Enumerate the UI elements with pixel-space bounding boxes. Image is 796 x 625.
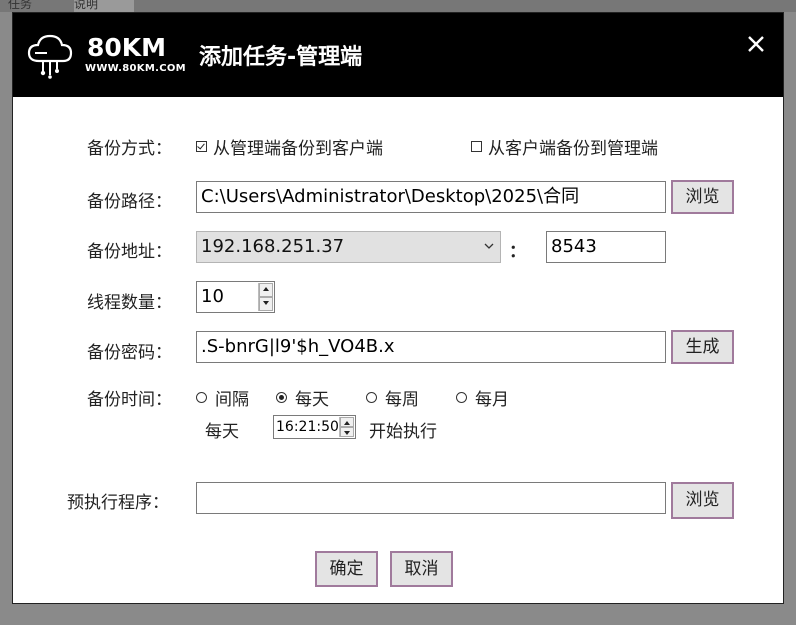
- title-bar: 80KM WWW.80KM.COM 添加任务-管理端: [13, 13, 783, 97]
- brand-url: WWW.80KM.COM: [85, 63, 186, 74]
- backup-mode-label: 备份方式：: [87, 139, 172, 159]
- backup-address-select[interactable]: 192.168.251.37: [196, 231, 501, 263]
- thread-count-label: 线程数量：: [87, 293, 172, 313]
- thread-count-value: 10: [201, 286, 224, 307]
- time-option-label: 间隔: [215, 390, 249, 410]
- thread-count-stepper[interactable]: 10: [196, 281, 275, 313]
- time-option-weekly[interactable]: 每周: [366, 385, 419, 410]
- dialog-title: 添加任务-管理端: [199, 45, 363, 70]
- time-option-daily[interactable]: 每天: [276, 385, 329, 410]
- mode-option-label: 从管理端备份到客户端: [213, 139, 383, 159]
- cancel-button[interactable]: 取消: [390, 551, 453, 587]
- time-spinner: [339, 417, 354, 437]
- start-execute-label: 开始执行: [369, 422, 437, 442]
- time-value: 16:21:50: [276, 419, 339, 435]
- mode-option-label: 从客户端备份到管理端: [488, 139, 658, 159]
- address-value: 192.168.251.37: [201, 236, 345, 257]
- generate-password-button[interactable]: 生成: [671, 330, 734, 364]
- logo: 80KM WWW.80KM.COM: [25, 31, 186, 79]
- brand-name: 80KM: [87, 33, 167, 62]
- backup-address-label: 备份地址：: [87, 242, 172, 262]
- spin-down-icon[interactable]: [259, 297, 273, 311]
- spin-up-icon[interactable]: [259, 283, 273, 297]
- radio-checked-icon[interactable]: [276, 392, 287, 403]
- time-option-label: 每周: [385, 390, 419, 410]
- cloud-logo-icon: [27, 34, 73, 79]
- background-tab-tasks[interactable]: 任务: [8, 0, 68, 12]
- time-option-label: 每天: [295, 390, 329, 410]
- background-tab-help[interactable]: 说明: [74, 0, 134, 12]
- time-option-label: 每月: [475, 390, 509, 410]
- backup-path-label: 备份路径：: [87, 192, 172, 212]
- pre-program-label: 预执行程序：: [67, 493, 169, 513]
- backup-password-label: 备份密码：: [87, 343, 172, 363]
- thread-spinner: [258, 283, 273, 311]
- mode-option-client-to-server[interactable]: 从客户端备份到管理端: [471, 134, 658, 159]
- spin-up-icon[interactable]: [340, 417, 354, 427]
- radio-unchecked-icon[interactable]: [456, 392, 467, 403]
- ok-button[interactable]: 确定: [315, 551, 378, 587]
- port-input[interactable]: 8543: [546, 231, 666, 263]
- address-port-separator: ：: [509, 242, 526, 262]
- browse-program-button[interactable]: 浏览: [671, 482, 734, 519]
- backup-password-input[interactable]: .S-bnrG|l9'$h_VO4B.x: [196, 331, 666, 363]
- time-option-monthly[interactable]: 每月: [456, 385, 509, 410]
- add-task-dialog: 80KM WWW.80KM.COM 添加任务-管理端 备份方式： 从管理端备份到…: [12, 12, 784, 604]
- daily-label: 每天: [205, 422, 239, 442]
- radio-unchecked-icon[interactable]: [196, 392, 207, 403]
- time-option-interval[interactable]: 间隔: [196, 385, 249, 410]
- radio-unchecked-icon[interactable]: [366, 392, 377, 403]
- time-picker[interactable]: 16:21:50: [273, 415, 356, 439]
- browse-path-button[interactable]: 浏览: [671, 180, 734, 214]
- chevron-down-icon: [484, 243, 494, 249]
- spin-down-icon[interactable]: [340, 427, 354, 437]
- background-tab-strip: 任务 说明: [0, 0, 796, 12]
- pre-program-input[interactable]: [196, 482, 666, 514]
- checkbox-unchecked-icon[interactable]: [471, 141, 482, 152]
- checkbox-checked-icon[interactable]: [196, 141, 207, 152]
- backup-path-input[interactable]: C:\Users\Administrator\Desktop\2025\合同: [196, 181, 666, 213]
- backup-time-label: 备份时间：: [87, 390, 172, 410]
- mode-option-server-to-client[interactable]: 从管理端备份到客户端: [196, 134, 383, 159]
- close-icon[interactable]: [743, 31, 769, 57]
